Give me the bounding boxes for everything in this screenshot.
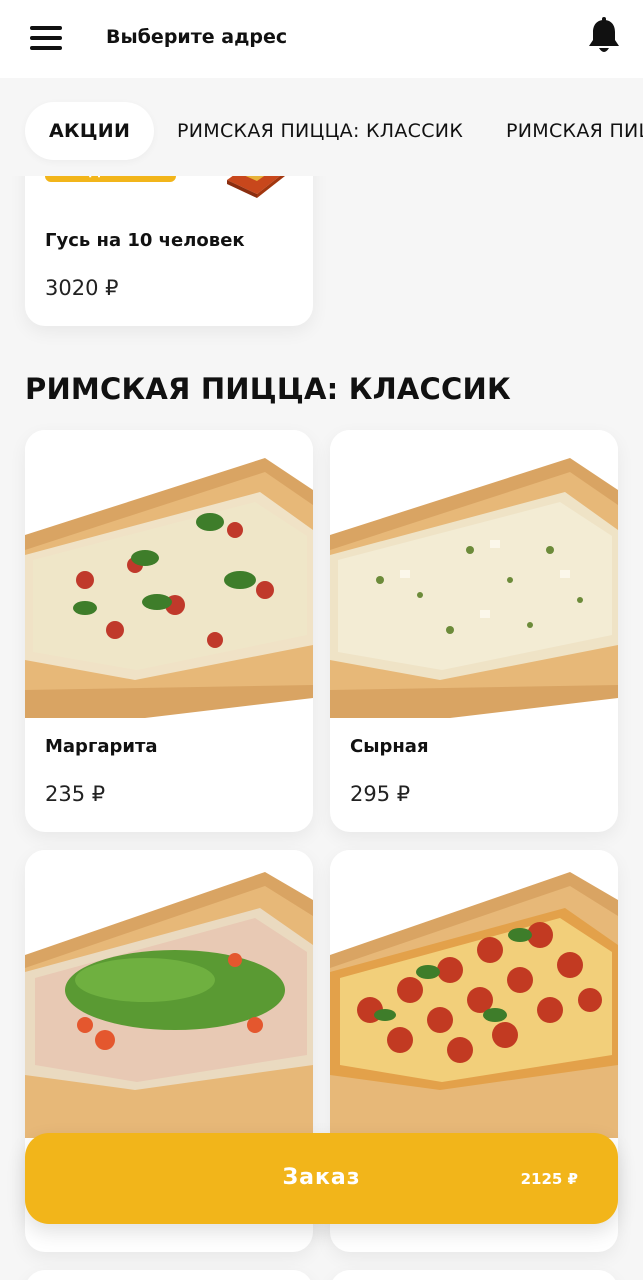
pizza-cheese-image <box>330 430 618 718</box>
product-card-margherita[interactable]: Маргарита 235 ₽ <box>25 430 313 832</box>
order-button[interactable]: Заказ 2125 ₽ <box>25 1133 618 1224</box>
menu-line <box>30 36 62 40</box>
menu-line <box>30 26 62 30</box>
product-price: 3020 ₽ <box>45 276 119 300</box>
product-card-next[interactable] <box>25 1270 313 1280</box>
address-selector[interactable]: Выберите адрес <box>106 26 287 48</box>
app-screen: Выберите адрес АКЦИИ РИМСКАЯ ПИЦЦА: КЛАС… <box>0 0 643 1280</box>
product-price: 235 ₽ <box>45 782 106 806</box>
product-name: Сырная <box>350 736 429 757</box>
product-card-next[interactable] <box>330 1270 618 1280</box>
tab-promotions[interactable]: АКЦИИ <box>25 102 155 160</box>
section-title: РИМСКАЯ ПИЦЦА: КЛАССИК <box>25 372 511 406</box>
product-card-cheese[interactable]: Сырная 295 ₽ <box>330 430 618 832</box>
tab-roman-pizza-classic[interactable]: РИМСКАЯ ПИЦЦА: КЛАССИК <box>177 102 463 160</box>
bell-icon[interactable] <box>585 17 623 57</box>
product-price: 295 ₽ <box>350 782 411 806</box>
pizza-margherita-image <box>25 430 313 718</box>
top-bar: Выберите адрес <box>0 0 643 78</box>
menu-line <box>30 46 62 50</box>
category-tabs: АКЦИИ РИМСКАЯ ПИЦЦА: КЛАССИК РИМСКАЯ ПИЦ <box>0 78 643 176</box>
product-name: Гусь на 10 человек <box>45 230 245 251</box>
tab-roman-pizza-more[interactable]: РИМСКАЯ ПИЦ <box>506 102 643 160</box>
pizza-arugula-image <box>25 850 313 1138</box>
hamburger-menu-icon[interactable] <box>30 26 62 50</box>
product-name: Маргарита <box>45 736 158 757</box>
pizza-pepperoni-image <box>330 850 618 1138</box>
order-total: 2125 ₽ <box>520 1170 578 1188</box>
